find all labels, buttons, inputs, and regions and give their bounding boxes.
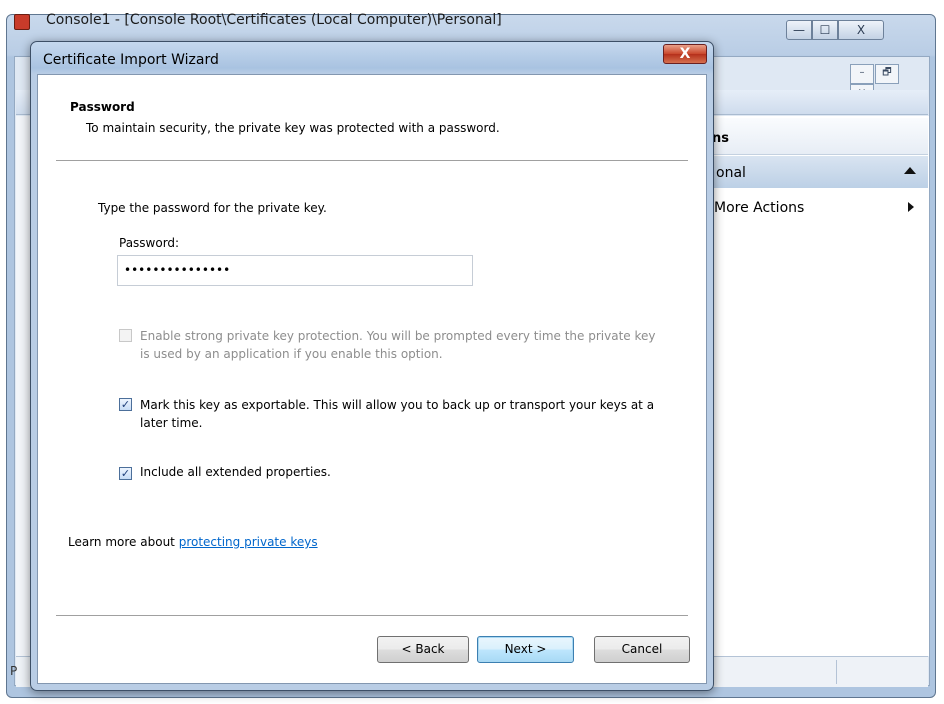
password-input[interactable]: •••••••••••••••	[117, 255, 473, 286]
password-label: Password:	[119, 236, 180, 250]
page-subheading: To maintain security, the private key wa…	[86, 121, 500, 135]
dialog-title: Certificate Import Wizard	[43, 52, 219, 68]
actions-pane-title: ns	[712, 131, 729, 146]
strong-protection-checkbox[interactable]	[119, 329, 132, 342]
status-bar-text: P	[10, 664, 18, 678]
submenu-arrow-icon	[908, 202, 914, 212]
extended-properties-label: Include all extended properties.	[140, 465, 331, 479]
strong-protection-label: Enable strong private key protection. Yo…	[140, 329, 656, 361]
actions-pane	[700, 116, 929, 656]
exportable-label: Mark this key as exportable. This will a…	[140, 398, 655, 430]
dialog-close-button[interactable]: X	[663, 44, 707, 64]
mdi-controls: –🗗×	[850, 64, 924, 104]
back-button[interactable]: < Back	[377, 636, 469, 663]
mmc-window-title: Console1 - [Console Root\Certificates (L…	[46, 12, 502, 28]
header-divider	[56, 160, 688, 161]
mdi-restore-button[interactable]: 🗗	[875, 64, 899, 84]
protecting-private-keys-link[interactable]: protecting private keys	[179, 535, 318, 549]
window-maximize-button[interactable]: ☐	[812, 20, 838, 40]
status-bar-divider	[836, 660, 837, 684]
learn-more-prefix: Learn more about	[68, 535, 179, 549]
window-minimize-button[interactable]: —	[786, 20, 812, 40]
exportable-checkbox[interactable]: ✓	[119, 398, 132, 411]
mmc-app-icon	[14, 14, 30, 30]
collapse-arrow-icon[interactable]	[904, 167, 916, 174]
learn-more-text: Learn more about protecting private keys	[68, 535, 318, 549]
cancel-button[interactable]: Cancel	[594, 636, 690, 663]
mdi-minimize-button[interactable]: –	[850, 64, 874, 84]
instruction-text: Type the password for the private key.	[98, 201, 327, 215]
next-button[interactable]: Next >	[477, 636, 574, 663]
extended-properties-checkbox[interactable]: ✓	[119, 467, 132, 480]
page-heading: Password	[70, 100, 135, 114]
footer-divider	[56, 615, 688, 616]
actions-section-label: onal	[716, 165, 746, 181]
actions-pane-header	[700, 118, 928, 155]
window-close-button[interactable]: X	[838, 20, 884, 40]
more-actions-item[interactable]: More Actions	[714, 200, 804, 216]
dialog-content-area	[37, 74, 707, 684]
